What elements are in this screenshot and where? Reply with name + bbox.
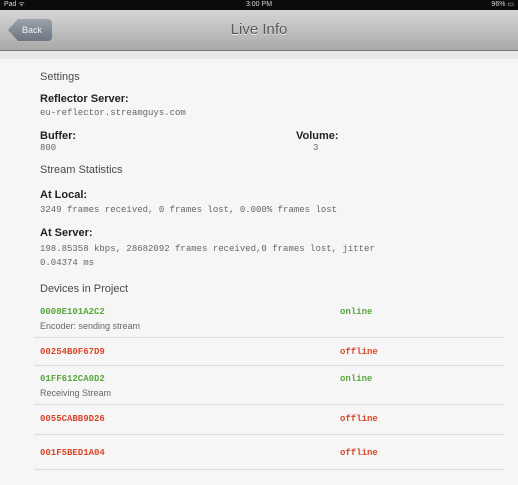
clock: 3:00 PM (245, 1, 273, 8)
at-local-value: 3249 frames received, 0 frames lost, 0.0… (40, 205, 338, 215)
buffer-value: 800 (40, 143, 57, 153)
volume-label: Volume: (296, 130, 339, 142)
at-server-value-line-1: 198.85358 kbps, 28682092 frames received… (40, 244, 375, 254)
panel-top-shade (0, 51, 518, 59)
divider (34, 365, 504, 366)
divider (34, 404, 504, 405)
divider (34, 469, 504, 470)
at-server-value-line-2: 0.04374 ms (40, 258, 95, 268)
devices-heading: Devices in Project (40, 283, 129, 295)
reflector-server-value: eu-reflector.streamguys.com (40, 108, 186, 118)
device-id: 001F5BED1A04 (40, 448, 105, 458)
buffer-label: Buffer: (40, 130, 77, 142)
stream-statistics-heading: Stream Statistics (40, 164, 123, 176)
device-status: online (340, 307, 373, 317)
device-status: offline (340, 414, 378, 424)
live-info-panel: Settings Reflector Server: eu-reflector.… (0, 51, 518, 485)
device-activity: Encoder: sending stream (40, 321, 141, 331)
status-bar: Pad ᯤ 3:00 PM 96% ▭ (0, 0, 518, 10)
device-activity: Receiving Stream (40, 388, 112, 398)
volume-value: 3 (313, 143, 319, 153)
device-status: offline (340, 347, 378, 357)
divider (34, 434, 504, 435)
reflector-server-label: Reflector Server: (40, 93, 129, 105)
device-id: 01FF612CA0D2 (40, 374, 105, 384)
device-status: online (340, 374, 373, 384)
device-id: 0008E101A2C2 (40, 307, 105, 317)
device-id: 0055CABB9D26 (40, 414, 105, 424)
device-id: 00254B0F67D9 (40, 347, 105, 357)
settings-heading: Settings (40, 71, 80, 83)
device-status: offline (340, 448, 378, 458)
battery-indicator: 96% ▭ (491, 1, 514, 8)
at-local-label: At Local: (40, 189, 88, 201)
page-title: Live Info (230, 21, 288, 38)
at-server-label: At Server: (40, 227, 93, 239)
divider (34, 337, 504, 338)
navigation-bar: Live Info Back (0, 10, 518, 51)
